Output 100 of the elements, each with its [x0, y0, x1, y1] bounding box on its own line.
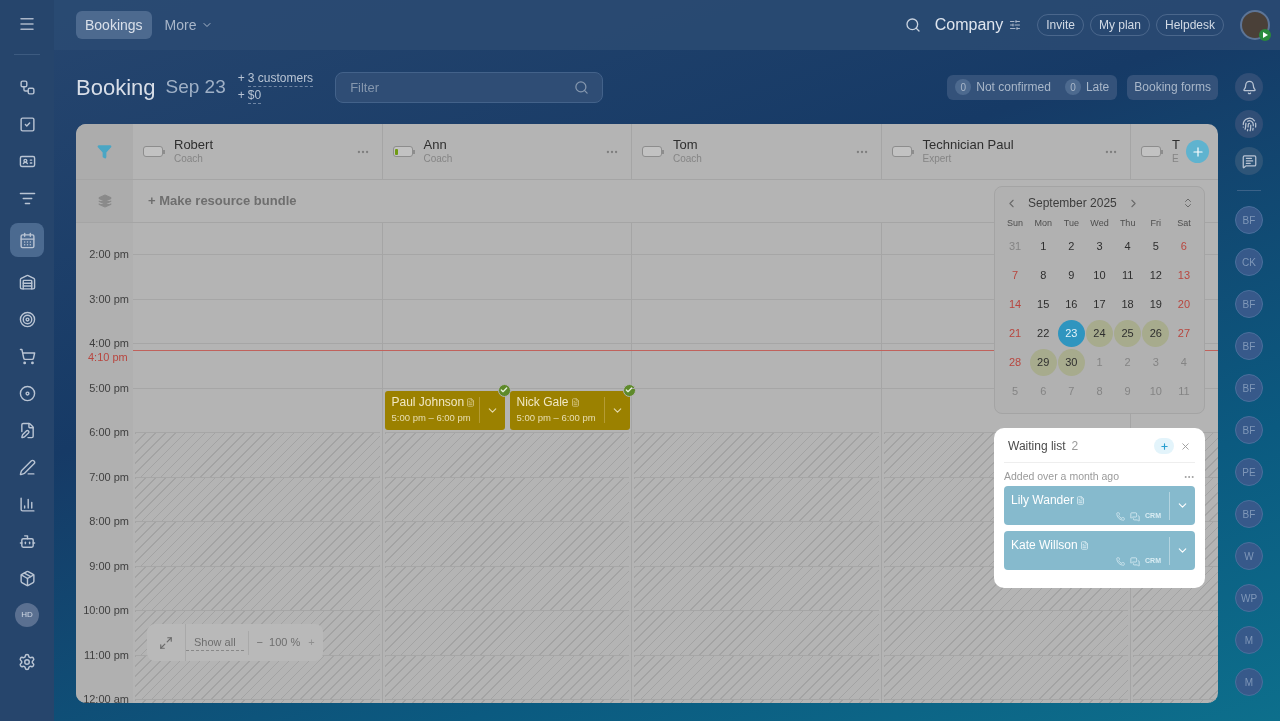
- current-time-label: 4:10 pm: [88, 351, 128, 364]
- time-label: 8:00 pm: [89, 514, 129, 529]
- calendar-day[interactable]: 15: [1029, 291, 1057, 318]
- resource-name: Ann: [423, 137, 447, 152]
- calendar-day[interactable]: 19: [1142, 291, 1170, 318]
- weekday-label: Sat: [1176, 217, 1192, 230]
- calendar-day[interactable]: 9: [1057, 262, 1085, 289]
- plus-sign: +: [237, 87, 245, 104]
- status-filter[interactable]: 0 Late: [1064, 78, 1110, 96]
- calendar-day[interactable]: 27: [1170, 320, 1198, 347]
- calendar-day[interactable]: 14: [1001, 291, 1029, 318]
- plus-icon: [1190, 144, 1205, 159]
- settings-icon[interactable]: [18, 653, 36, 671]
- close-icon[interactable]: [1180, 440, 1191, 452]
- calendar-day[interactable]: 22: [1029, 320, 1057, 347]
- contact-avatar[interactable]: PE: [1235, 458, 1263, 486]
- calendar-day[interactable]: 25: [1114, 320, 1142, 347]
- contact-avatar[interactable]: BF: [1235, 290, 1263, 318]
- calendar-day[interactable]: 11: [1114, 262, 1142, 289]
- weekday-label: Mon: [1033, 217, 1053, 230]
- calendar-day[interactable]: 13: [1170, 262, 1198, 289]
- make-bundle-button[interactable]: + Make resource bundle: [148, 180, 297, 222]
- waiting-list-title: Waiting list: [1008, 438, 1066, 455]
- client-name: Paul Johnson: [391, 395, 465, 410]
- resource-name: T: [1172, 137, 1180, 152]
- sliders-icon[interactable]: [1009, 19, 1022, 31]
- booking-time: 5:00 pm – 6:00 pm: [391, 411, 472, 425]
- contact-avatar[interactable]: M: [1235, 626, 1263, 654]
- add-resource-button[interactable]: [1186, 140, 1209, 163]
- contact-avatar[interactable]: W: [1235, 542, 1263, 570]
- calendar-day[interactable]: 10: [1086, 262, 1113, 289]
- play-badge-icon: [1259, 29, 1271, 41]
- calendar-day[interactable]: 28: [1001, 349, 1029, 376]
- add-button[interactable]: [1154, 438, 1174, 454]
- calendar-day[interactable]: 12: [1142, 262, 1170, 289]
- calendar-day[interactable]: 23: [1057, 320, 1085, 347]
- contact-avatar[interactable]: BF: [1235, 500, 1263, 528]
- calendar-day[interactable]: 8: [1029, 262, 1057, 289]
- company-name: Company: [934, 15, 1004, 35]
- client-name: Nick Gale: [516, 395, 569, 410]
- calendar-day[interactable]: 24: [1086, 320, 1113, 347]
- time-label: 9:00 pm: [89, 558, 129, 574]
- contact-avatar[interactable]: M: [1235, 668, 1263, 696]
- time-label: 10:00 pm: [83, 603, 129, 618]
- calendar-day[interactable]: 2: [1057, 233, 1085, 260]
- message-icon[interactable]: [1235, 147, 1263, 175]
- booking-time: 5:00 pm – 6:00 pm: [516, 411, 597, 425]
- booking-card[interactable]: Paul Johnson 5:00 pm – 6:00 pm: [384, 390, 505, 430]
- contact-avatar[interactable]: CK: [1235, 248, 1263, 276]
- zoom-out-button[interactable]: −: [248, 634, 269, 651]
- client-name: Kate Willson: [1011, 537, 1078, 555]
- calendar-month: September 2025: [1028, 195, 1117, 212]
- layers-icon: [97, 194, 112, 208]
- resource-name: Tom: [673, 137, 698, 152]
- contact-avatar[interactable]: BF: [1235, 374, 1263, 402]
- time-label: 7:00 pm: [89, 469, 129, 485]
- status-filter[interactable]: 0 Not confirmed: [955, 78, 1051, 96]
- resource-name: Robert: [174, 137, 214, 152]
- user-avatar[interactable]: HD: [15, 603, 39, 627]
- calendar-day[interactable]: 30: [1057, 349, 1085, 376]
- filter-field[interactable]: Filter: [335, 71, 604, 103]
- collapse-icon[interactable]: [1182, 197, 1194, 209]
- weekday-label: Wed: [1089, 217, 1110, 230]
- booking-forms-button[interactable]: Booking forms: [1127, 74, 1218, 100]
- contact-avatar[interactable]: WP: [1235, 584, 1263, 612]
- calendar-day[interactable]: 1: [1029, 233, 1057, 260]
- calendar-day[interactable]: 20: [1170, 291, 1198, 318]
- show-all-link[interactable]: Show all: [186, 633, 244, 652]
- time-label: 6:00 pm: [89, 425, 129, 440]
- stat-link[interactable]: $0: [247, 87, 262, 104]
- calendar-day[interactable]: 4: [1114, 233, 1142, 260]
- nav-tab[interactable]: More: [155, 11, 222, 39]
- calendar-day[interactable]: 26: [1142, 320, 1170, 347]
- profile-avatar[interactable]: [1240, 10, 1270, 40]
- note-icon: [466, 398, 476, 407]
- weekday-label: Thu: [1118, 217, 1137, 230]
- calendar-day[interactable]: 3: [1086, 233, 1113, 260]
- time-label: 5:00 pm: [89, 380, 129, 396]
- resource-name: Technician Paul: [922, 137, 1014, 152]
- calendar-day[interactable]: 16: [1057, 291, 1085, 318]
- plus-sign: +: [237, 70, 245, 87]
- search-icon[interactable]: [904, 17, 921, 33]
- calendar-day[interactable]: 5: [1142, 233, 1170, 260]
- booking-card[interactable]: Nick Gale 5:00 pm – 6:00 pm: [509, 390, 630, 430]
- time-label: 11:00 pm: [83, 647, 129, 663]
- contact-avatar[interactable]: BF: [1235, 206, 1263, 234]
- contact-avatar[interactable]: BF: [1235, 332, 1263, 360]
- fingerprint-icon[interactable]: [1235, 110, 1263, 138]
- calendar-day[interactable]: 6: [1170, 233, 1198, 260]
- calendar-day[interactable]: 29: [1029, 349, 1057, 376]
- calendar-day[interactable]: 17: [1086, 291, 1113, 318]
- contact-avatar[interactable]: BF: [1235, 416, 1263, 444]
- zoom-in-button[interactable]: +: [300, 634, 323, 651]
- calendar-icon[interactable]: [10, 223, 44, 257]
- calendar-day[interactable]: 7: [1001, 262, 1029, 289]
- notification-bell-icon[interactable]: [1235, 73, 1263, 101]
- calendar-day[interactable]: 18: [1114, 291, 1142, 318]
- nav-tab[interactable]: Bookings: [76, 11, 152, 39]
- calendar-day[interactable]: 21: [1001, 320, 1029, 347]
- stat-link[interactable]: 3 customers: [247, 70, 314, 87]
